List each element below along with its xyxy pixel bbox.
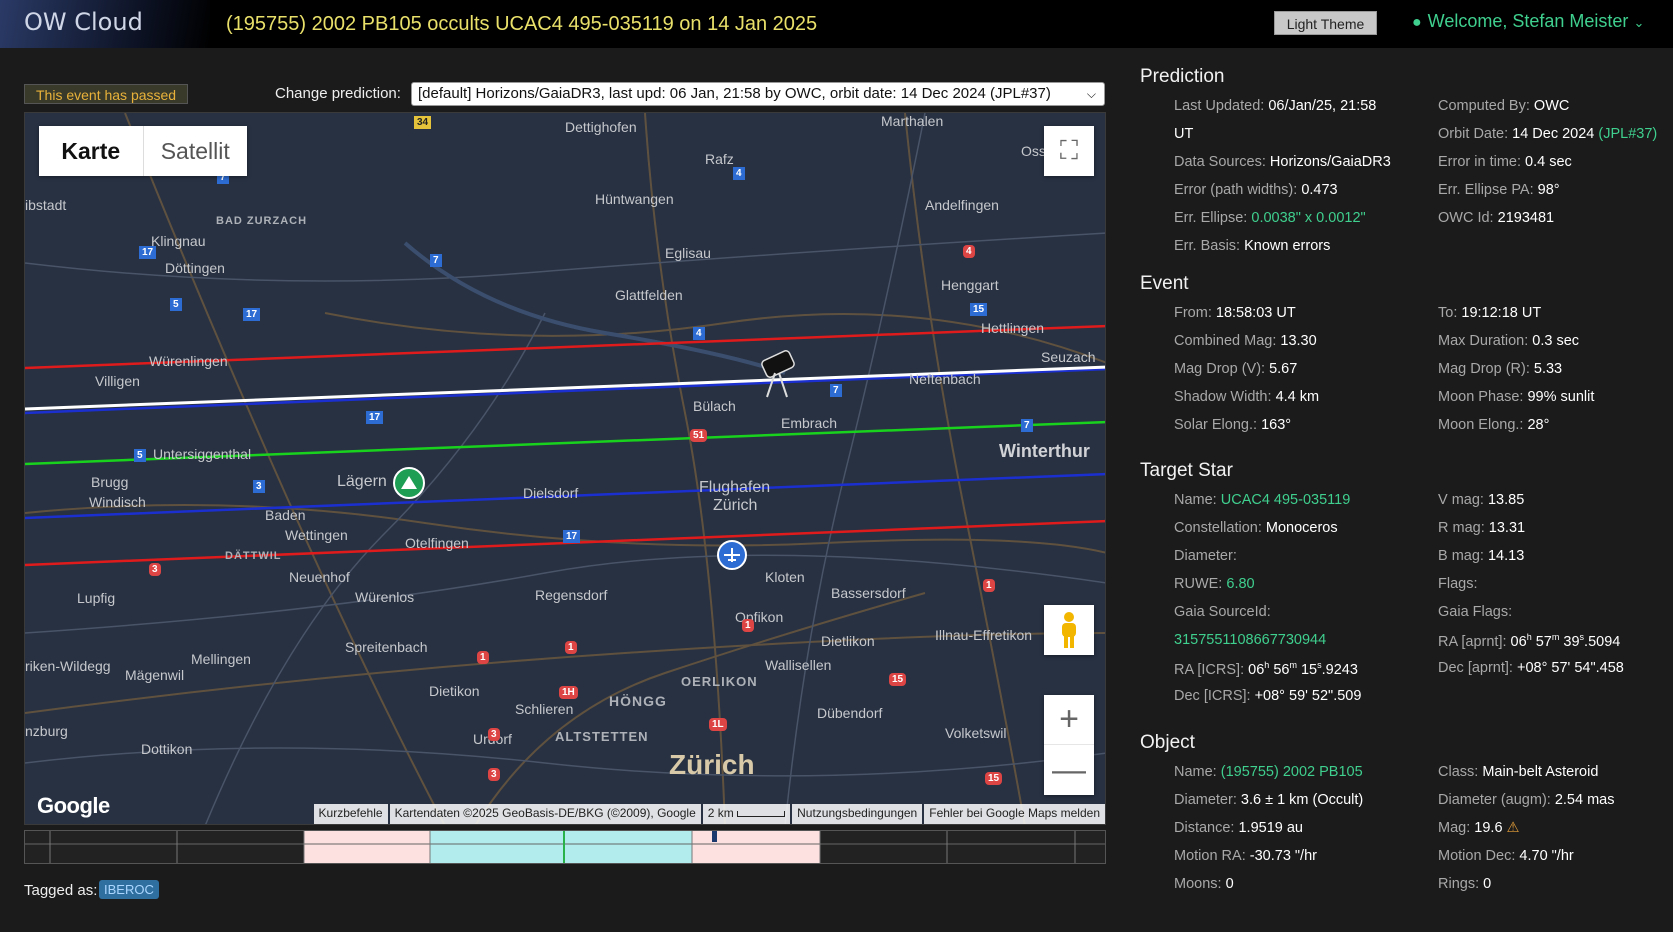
section-event: Event	[1140, 273, 1189, 294]
computed-by: Computed By: OWC	[1438, 98, 1570, 114]
event-to: To: 19:12:18 UT	[1438, 305, 1542, 321]
object-mag: Mag: 19.6 ⚠	[1438, 820, 1520, 836]
user-menu[interactable]: ● Welcome, Stefan Meister ⌄	[1412, 11, 1644, 32]
page-title: (195755) 2002 PB105 occults UCAC4 495-03…	[226, 13, 818, 35]
ra-apparent: RA [aprnt]: 06h 57m 39s.5094	[1438, 632, 1621, 650]
last-updated: Last Updated: 06/Jan/25, 21:58	[1174, 98, 1377, 114]
gaia-source-id-label: Gaia SourceId:	[1174, 604, 1271, 620]
motion-dec: Motion Dec: 4.70 "/hr	[1438, 848, 1574, 864]
constellation: Constellation: Monoceros	[1174, 520, 1338, 536]
v-mag: V mag: 13.85	[1438, 492, 1525, 508]
orbit-ref-link[interactable]: (JPL#37)	[1598, 126, 1657, 142]
fullscreen-icon: ⛶	[1059, 135, 1079, 165]
star-flags: Flags:	[1438, 576, 1478, 592]
keyboard-shortcuts-link[interactable]: Kurzbefehle	[313, 804, 388, 824]
event-from: From: 18:58:03 UT	[1174, 305, 1296, 321]
tab-satellite[interactable]: Satellit	[144, 126, 248, 176]
data-sources: Data Sources: Horizons/GaiaDR3	[1174, 154, 1391, 170]
map-type-control: Karte Satellit	[39, 126, 247, 176]
timeline-marker	[712, 831, 717, 842]
ra-icrs: RA [ICRS]: 06h 56m 15s.9243	[1174, 660, 1358, 678]
event-timeline[interactable]	[24, 830, 1106, 864]
r-mag: R mag: 13.31	[1438, 520, 1526, 536]
tag-badge[interactable]: IBEROC	[99, 880, 159, 899]
owc-id: OWC Id: 2193481	[1438, 210, 1555, 226]
fullscreen-button[interactable]: ⛶	[1044, 126, 1094, 176]
section-object: Object	[1140, 732, 1195, 753]
app-logo[interactable]: OW Cloud	[0, 0, 210, 48]
ruwe: RUWE: 6.80	[1174, 576, 1255, 592]
moon-phase: Moon Phase: 99% sunlit	[1438, 389, 1595, 405]
google-logo: Google	[37, 793, 110, 818]
dec-icrs: Dec [ICRS]: +08° 59' 52".509	[1174, 688, 1362, 704]
status-badge: This event has passed	[24, 84, 188, 104]
distance: Distance: 1.9519 au	[1174, 820, 1303, 836]
moons: Moons: 0	[1174, 876, 1234, 892]
airport-icon	[717, 540, 747, 570]
section-target-star: Target Star	[1140, 460, 1233, 481]
error-path-widths: Error (path widths): 0.473	[1174, 182, 1338, 198]
max-duration: Max Duration: 0.3 sec	[1438, 333, 1580, 349]
star-name: Name: UCAC4 495-035119	[1174, 492, 1351, 508]
change-prediction-label: Change prediction:	[275, 85, 401, 102]
map[interactable]: Dettighofen Marthalen Rafz Oss ibstadt H…	[24, 112, 1106, 825]
mag-drop-r: Mag Drop (R): 5.33	[1438, 361, 1563, 377]
pegman-icon	[1062, 612, 1076, 648]
zoom-control: + —	[1044, 695, 1094, 795]
diameter-augm: Diameter (augm): 2.54 mas	[1438, 792, 1615, 808]
chevron-down-icon: ⌵	[1086, 87, 1096, 101]
shadow-width: Shadow Width: 4.4 km	[1174, 389, 1320, 405]
tagged-label: Tagged as:	[24, 882, 98, 899]
error-in-time: Error in time: 0.4 sec	[1438, 154, 1572, 170]
err-ellipse-link[interactable]: 0.0038" x 0.0012"	[1251, 210, 1365, 226]
moon-elong: Moon Elong.: 28°	[1438, 417, 1550, 433]
tab-map[interactable]: Karte	[39, 126, 144, 176]
motion-ra: Motion RA: -30.73 "/hr	[1174, 848, 1317, 864]
object-diameter: Diameter: 3.6 ± 1 km (Occult)	[1174, 792, 1364, 808]
combined-mag: Combined Mag: 13.30	[1174, 333, 1317, 349]
telescope-icon	[761, 350, 795, 398]
solar-elong: Solar Elong.: 163°	[1174, 417, 1292, 433]
chevron-down-icon: ⌄	[1633, 15, 1645, 30]
star-name-link[interactable]: UCAC4 495-035119	[1221, 492, 1351, 508]
gaia-source-id[interactable]: 3157551108667730944	[1174, 632, 1326, 648]
report-error-link[interactable]: Fehler bei Google Maps melden	[924, 804, 1105, 824]
last-updated-tz: UT	[1174, 126, 1194, 142]
zoom-out-button[interactable]: —	[1044, 745, 1094, 795]
zoom-in-button[interactable]: +	[1044, 695, 1094, 745]
user-icon: ●	[1412, 14, 1422, 31]
theme-toggle-button[interactable]: Light Theme	[1274, 11, 1377, 35]
err-ellipse-pa: Err. Ellipse PA: 98°	[1438, 182, 1560, 198]
dec-apparent: Dec [aprnt]: +08° 57' 54".458	[1438, 660, 1624, 676]
err-basis: Err. Basis: Known errors	[1174, 238, 1331, 254]
object-name: Name: (195755) 2002 PB105	[1174, 764, 1363, 780]
terms-link[interactable]: Nutzungsbedingungen	[792, 804, 923, 824]
map-data-text: Kartendaten ©2025 GeoBasis-DE/BKG (©2009…	[389, 804, 701, 824]
err-ellipse: Err. Ellipse: 0.0038" x 0.0012"	[1174, 210, 1366, 226]
star-diameter: Diameter:	[1174, 548, 1237, 564]
warning-icon[interactable]: ⚠	[1507, 820, 1520, 836]
map-background	[25, 113, 1105, 824]
street-view-button[interactable]	[1044, 605, 1094, 655]
top-bar: OW Cloud (195755) 2002 PB105 occults UCA…	[0, 0, 1673, 48]
mag-drop-v: Mag Drop (V): 5.67	[1174, 361, 1298, 377]
scale-bar[interactable]: 2 km	[702, 804, 791, 824]
prediction-select[interactable]: [default] Horizons/GaiaDR3, last upd: 06…	[411, 82, 1105, 106]
map-attribution: Kurzbefehle Kartendaten ©2025 GeoBasis-D…	[312, 804, 1105, 824]
section-prediction: Prediction	[1140, 66, 1225, 87]
object-name-link[interactable]: (195755) 2002 PB105	[1221, 764, 1363, 780]
b-mag: B mag: 14.13	[1438, 548, 1525, 564]
mountain-icon	[393, 467, 425, 499]
object-class: Class: Main-belt Asteroid	[1438, 764, 1599, 780]
rings: Rings: 0	[1438, 876, 1492, 892]
orbit-date: Orbit Date: 14 Dec 2024 (JPL#37)	[1438, 126, 1658, 142]
gaia-flags: Gaia Flags:	[1438, 604, 1513, 620]
path-limit-south	[25, 519, 1105, 567]
